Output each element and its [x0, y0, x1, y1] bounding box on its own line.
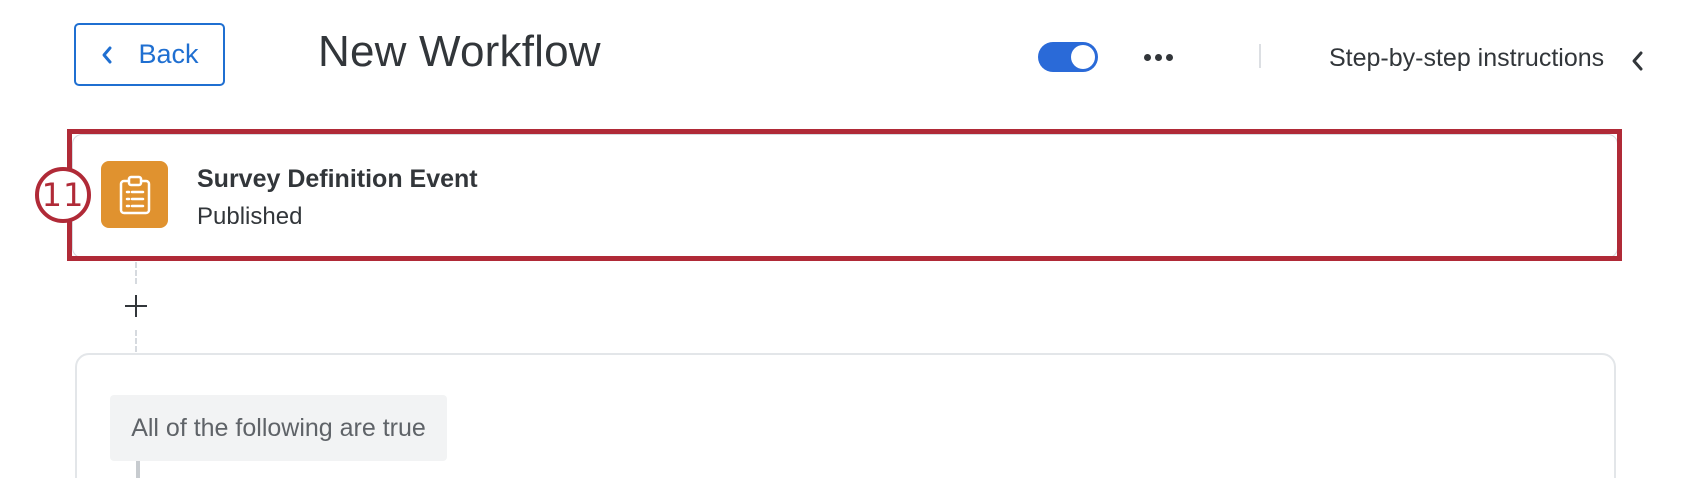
event-title: Survey Definition Event [197, 165, 478, 193]
event-status: Published [197, 203, 303, 230]
chevron-left-icon [102, 46, 112, 63]
event-card[interactable] [72, 134, 1618, 258]
more-options-button[interactable] [1140, 44, 1176, 70]
chevron-left-icon[interactable] [1630, 50, 1644, 72]
workflow-enabled-toggle[interactable] [1038, 42, 1098, 72]
header-divider [1259, 44, 1261, 68]
condition-branch-line [136, 461, 140, 478]
step-number-badge: 11 [35, 167, 91, 223]
clipboard-icon [119, 175, 150, 214]
more-dot-icon [1143, 53, 1151, 61]
connector-line [135, 262, 137, 284]
step-by-step-instructions-link[interactable]: Step-by-step instructions [1329, 44, 1604, 73]
condition-group-label[interactable]: All of the following are true [110, 395, 447, 461]
event-icon-tile [101, 161, 168, 228]
connector-line [135, 330, 137, 352]
add-step-plus-icon[interactable] [121, 291, 151, 321]
back-button[interactable]: Back [74, 23, 225, 86]
back-button-label: Back [138, 39, 199, 69]
more-dot-icon [1154, 53, 1162, 61]
page-title: New Workflow [318, 27, 601, 76]
toggle-knob [1071, 45, 1095, 69]
more-dot-icon [1165, 53, 1173, 61]
